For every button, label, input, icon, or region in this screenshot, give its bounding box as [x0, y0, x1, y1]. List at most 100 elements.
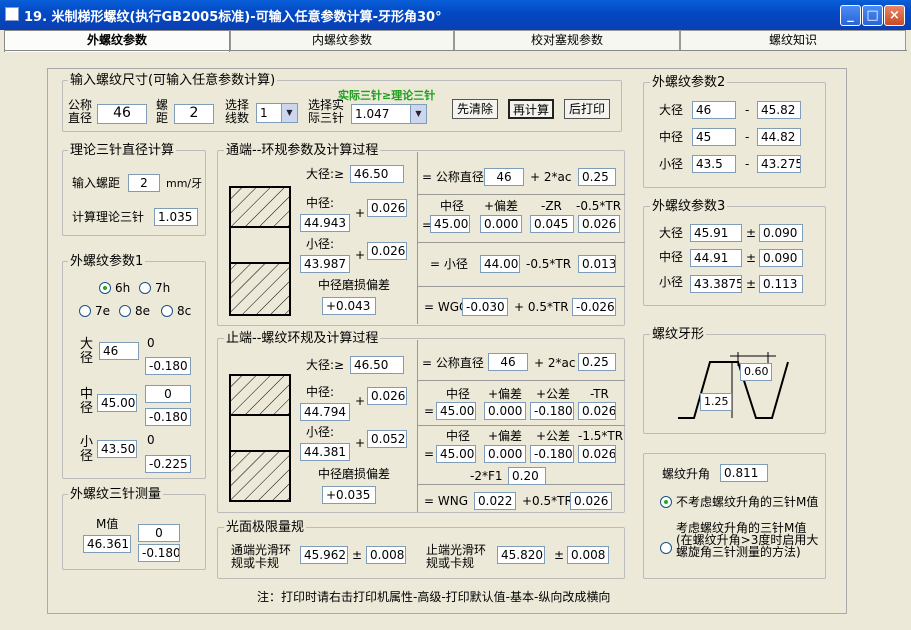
smooth-go: 45.962	[300, 546, 348, 564]
nogo-eq4-op: +0.5*TR	[522, 494, 573, 508]
p2-major-label: 大径	[659, 103, 684, 117]
theory-pitch-label: 输入螺距	[72, 176, 121, 190]
chevron-down-icon[interactable]: ▼	[410, 105, 426, 123]
nogo-legend: 止端--螺纹环规及计算过程	[224, 331, 381, 346]
p3-minor-label: 小径	[659, 275, 684, 289]
go-eq1-label: = 公称直径	[422, 170, 484, 184]
nogo-bh1: 中径	[446, 429, 471, 443]
radio-ignore-lead[interactable]	[660, 496, 672, 508]
pitch-input[interactable]: 2	[174, 104, 214, 124]
nogo-eq4-label: = WNG	[424, 494, 469, 508]
p1-major-up: 0	[147, 336, 155, 350]
go-wear-label: 中径磨损偏差	[318, 278, 391, 292]
nogo-br1: 45.00	[436, 445, 476, 463]
radio-7e[interactable]	[79, 305, 91, 317]
tab-external-thread[interactable]: 外螺纹参数	[4, 30, 230, 52]
pin-measure-group	[62, 494, 206, 570]
go-legend: 通端--环规参数及计算过程	[224, 143, 381, 158]
pin-select[interactable]: 1.047 ▼	[351, 104, 427, 124]
pin-value: 1.047	[355, 107, 390, 121]
nogo-pitch: 44.794	[300, 403, 350, 421]
smooth-nogo-tol: 0.008	[567, 546, 609, 564]
thread-profile-diagram	[678, 352, 789, 419]
go-eq1-value: 46	[484, 168, 524, 186]
nogo-eq1-result: 0.25	[578, 353, 616, 371]
title-bar: 19. 米制梯形螺纹(执行GB2005标准)-可输入任意参数计算-牙形角30° …	[0, 0, 911, 30]
radio-8e[interactable]	[119, 305, 131, 317]
smooth-go-tol: 0.008	[366, 546, 406, 564]
maximize-button[interactable]: □	[862, 5, 883, 26]
plus-sign: +	[355, 206, 366, 220]
clear-button[interactable]: 先清除	[452, 99, 498, 119]
nogo-ah4: -TR	[590, 387, 609, 401]
go-h4: -0.5*TR	[576, 199, 622, 213]
go-minor: 43.987	[300, 255, 350, 273]
go-r4: 0.026	[578, 215, 620, 233]
p3-major: 45.91	[690, 224, 742, 242]
nogo-ah1: 中径	[446, 387, 471, 401]
go-major-label: 大径:≥	[306, 167, 345, 181]
pitch-label: 螺距	[156, 98, 169, 125]
app-icon	[5, 7, 19, 21]
p2-minor-b: 43.275	[757, 155, 801, 173]
smooth-nogo-pm: ±	[554, 548, 565, 562]
tab-thread-knowledge[interactable]: 螺纹知识	[680, 30, 906, 50]
input-group-legend: 输入螺纹尺寸(可输入任意参数计算)	[68, 73, 278, 88]
params3-legend: 外螺纹参数3	[650, 199, 728, 214]
smooth-go-label: 通端光滑环规或卡规	[231, 543, 292, 570]
p1-pitch-dn: -0.180	[145, 408, 191, 426]
pin-hint: 实际三针≥理论三针	[338, 89, 436, 102]
p1-minor-up: 0	[147, 433, 155, 447]
p2-pitch-a: 45	[692, 128, 736, 146]
go-pitch-label: 中径:	[306, 196, 335, 210]
p1-major: 46	[99, 342, 139, 360]
nogo-eq4-result: 0.026	[570, 492, 612, 510]
nominal-input[interactable]: 46	[97, 104, 147, 124]
p2-pitch-b: 44.82	[757, 128, 801, 146]
go-pitch-plus: 0.026	[367, 199, 407, 217]
tab-plug-gauge[interactable]: 校对塞规参数	[454, 30, 680, 50]
calculate-button[interactable]: 再计算	[508, 99, 554, 119]
radio-consider-lead[interactable]	[660, 542, 672, 554]
minimize-button[interactable]: _	[840, 5, 861, 26]
print-button[interactable]: 后打印	[564, 99, 610, 119]
go-eq3-result: 0.013	[578, 255, 616, 273]
go-r1: 45.00	[430, 215, 470, 233]
lead-label: 螺纹升角	[662, 467, 711, 481]
close-button[interactable]: ×	[884, 5, 905, 26]
go-pitch: 44.943	[300, 214, 350, 232]
tab-internal-thread[interactable]: 内螺纹参数	[230, 30, 454, 50]
nogo-ah3: +公差	[536, 387, 571, 401]
radio-7h[interactable]	[139, 282, 151, 294]
radio-6h[interactable]	[99, 282, 111, 294]
p3-pm: ±	[746, 251, 757, 265]
theory-pin-legend: 理论三针直径计算	[68, 143, 177, 158]
nogo-eq4-value: 0.022	[474, 492, 516, 510]
threads-label: 选择线数	[225, 98, 250, 125]
smooth-legend: 光面极限量规	[224, 520, 307, 535]
radio-6h-label: 6h	[115, 281, 131, 295]
p3-minor: 43.3875	[690, 275, 742, 293]
threads-select[interactable]: 1 ▼	[256, 103, 298, 123]
p2-dash: -	[745, 103, 750, 117]
smooth-nogo: 45.820	[497, 546, 545, 564]
nogo-br4: 0.026	[578, 445, 616, 463]
nogo-ar4: 0.026	[578, 402, 616, 420]
theory-result: 1.035	[154, 208, 198, 226]
plus-sign: +	[355, 436, 366, 450]
nogo-br3: -0.180	[530, 445, 574, 463]
radio-8c[interactable]	[161, 305, 173, 317]
nogo-row-line-1	[417, 380, 625, 381]
p2-minor-a: 43.5	[692, 155, 736, 173]
window-title: 19. 米制梯形螺纹(执行GB2005标准)-可输入任意参数计算-牙形角30°	[24, 10, 442, 25]
params2-legend: 外螺纹参数2	[650, 75, 728, 90]
chevron-down-icon[interactable]: ▼	[281, 104, 297, 122]
nogo-bh4: -1.5*TR	[578, 429, 624, 443]
nogo-ar1: 45.00	[436, 402, 476, 420]
theory-pitch-input[interactable]: 2	[128, 174, 160, 192]
print-note: 注：打印时请右击打印机属性-高级-打印默认值-基本-纵向改成横向	[257, 590, 611, 604]
radio-8e-label: 8e	[135, 304, 151, 318]
go-minor-plus: 0.026	[367, 242, 407, 260]
nogo-minor: 44.381	[300, 443, 350, 461]
go-eq3-op: -0.5*TR	[526, 257, 572, 271]
